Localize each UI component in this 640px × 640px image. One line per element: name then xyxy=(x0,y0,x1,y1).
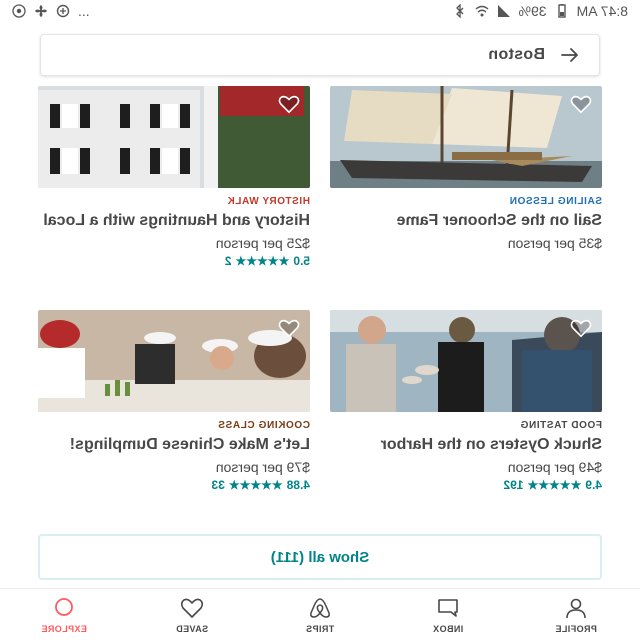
experience-title: History and Hauntings with a Local xyxy=(43,212,310,229)
experience-title: Let's Make Chinese Dumplings! xyxy=(69,436,310,453)
status-bar: 8:47 AM 39% ... xyxy=(0,0,640,22)
experience-photo[interactable] xyxy=(330,310,602,412)
airbnb-logo-icon xyxy=(310,597,330,618)
experience-card[interactable]: FOOD TASTING Shuck Oysters on the Harbor… xyxy=(330,310,602,492)
bottom-nav: PROFILE INBOX TRIPS SAVED EXPLORE xyxy=(0,588,640,640)
nav-inbox[interactable]: INBOX xyxy=(398,596,498,634)
review-count: 33 xyxy=(211,478,225,492)
profile-icon xyxy=(566,598,586,618)
experience-category: HISTORY WALK xyxy=(226,196,310,207)
experience-price: $79 per person xyxy=(215,459,310,475)
back-arrow-icon[interactable] xyxy=(559,44,581,66)
historic-house-image xyxy=(38,86,310,188)
nav-label: INBOX xyxy=(432,623,464,634)
fan-icon xyxy=(35,5,47,17)
experience-price: $25 per person xyxy=(215,235,310,251)
oyster-harbor-image xyxy=(330,310,602,412)
show-all-label: Show all (111) xyxy=(270,548,370,566)
heart-icon xyxy=(180,598,204,618)
experience-title: Sail on the Schooner Fame xyxy=(396,212,602,229)
chat-icon xyxy=(438,598,458,617)
mirrored-content: 8:47 AM 39% ... Boston SAILING LESSON Sa… xyxy=(0,0,640,640)
experience-rating: 4.9 ★★★★★ 192 xyxy=(330,478,602,492)
wifi-icon xyxy=(475,5,489,17)
cell-signal-icon xyxy=(497,5,510,17)
rating-stars: ★★★★★ xyxy=(235,254,290,268)
cooking-class-image xyxy=(38,310,310,412)
experience-rating: 5.0 ★★★★★ 2 xyxy=(38,254,310,268)
experience-category: COOKING CLASS xyxy=(217,420,310,431)
experience-price: $35 per person xyxy=(507,235,602,251)
data-saver-icon xyxy=(56,4,70,18)
battery-icon xyxy=(557,4,566,18)
status-time: 8:47 AM xyxy=(576,3,628,19)
search-bar[interactable]: Boston xyxy=(40,34,600,76)
nav-label: EXPLORE xyxy=(41,623,87,634)
nav-profile[interactable]: PROFILE xyxy=(526,596,626,634)
experience-photo[interactable] xyxy=(330,86,602,188)
more-dots: ... xyxy=(78,3,90,19)
rating-stars: ★★★★★ xyxy=(228,478,283,492)
nav-label: SAVED xyxy=(175,623,209,634)
nav-explore[interactable]: EXPLORE xyxy=(14,596,114,634)
rating-value: 5.0 xyxy=(293,254,310,268)
rating-value: 4.88 xyxy=(286,478,310,492)
nav-trips[interactable]: TRIPS xyxy=(270,596,370,634)
heart-icon[interactable] xyxy=(570,318,592,338)
experience-category: FOOD TASTING xyxy=(519,420,602,431)
rating-value: 4.9 xyxy=(585,478,602,492)
experience-card[interactable]: HISTORY WALK History and Hauntings with … xyxy=(38,86,310,268)
heart-icon[interactable] xyxy=(278,318,300,338)
nav-label: TRIPS xyxy=(305,623,335,634)
experience-photo[interactable] xyxy=(38,86,310,188)
nav-label: PROFILE xyxy=(555,623,597,634)
experience-card[interactable]: SAILING LESSON Sail on the Schooner Fame… xyxy=(330,86,602,253)
experience-card[interactable]: COOKING CLASS Let's Make Chinese Dumplin… xyxy=(38,310,310,492)
experience-price: $49 per person xyxy=(507,459,602,475)
search-location[interactable]: Boston xyxy=(488,46,545,64)
show-all-button[interactable]: Show all (111) xyxy=(38,534,602,580)
experience-photo[interactable] xyxy=(38,310,310,412)
screen: 8:47 AM 39% ... Boston SAILING LESSON Sa… xyxy=(0,0,640,640)
heart-icon[interactable] xyxy=(278,94,300,114)
bluetooth-icon xyxy=(455,4,464,18)
review-count: 2 xyxy=(224,254,232,268)
battery-percent: 39% xyxy=(518,3,547,19)
experience-title: Shuck Oysters on the Harbor xyxy=(380,436,602,453)
sailing-ship-image xyxy=(330,86,602,188)
heart-icon[interactable] xyxy=(570,94,592,114)
review-count: 192 xyxy=(503,478,524,492)
experience-rating: 4.88 ★★★★★ 33 xyxy=(38,478,310,492)
experience-category: SAILING LESSON xyxy=(509,196,602,207)
nav-saved[interactable]: SAVED xyxy=(142,596,242,634)
chrome-icon xyxy=(12,4,26,18)
search-icon xyxy=(55,597,73,616)
rating-stars: ★★★★★ xyxy=(527,478,582,492)
